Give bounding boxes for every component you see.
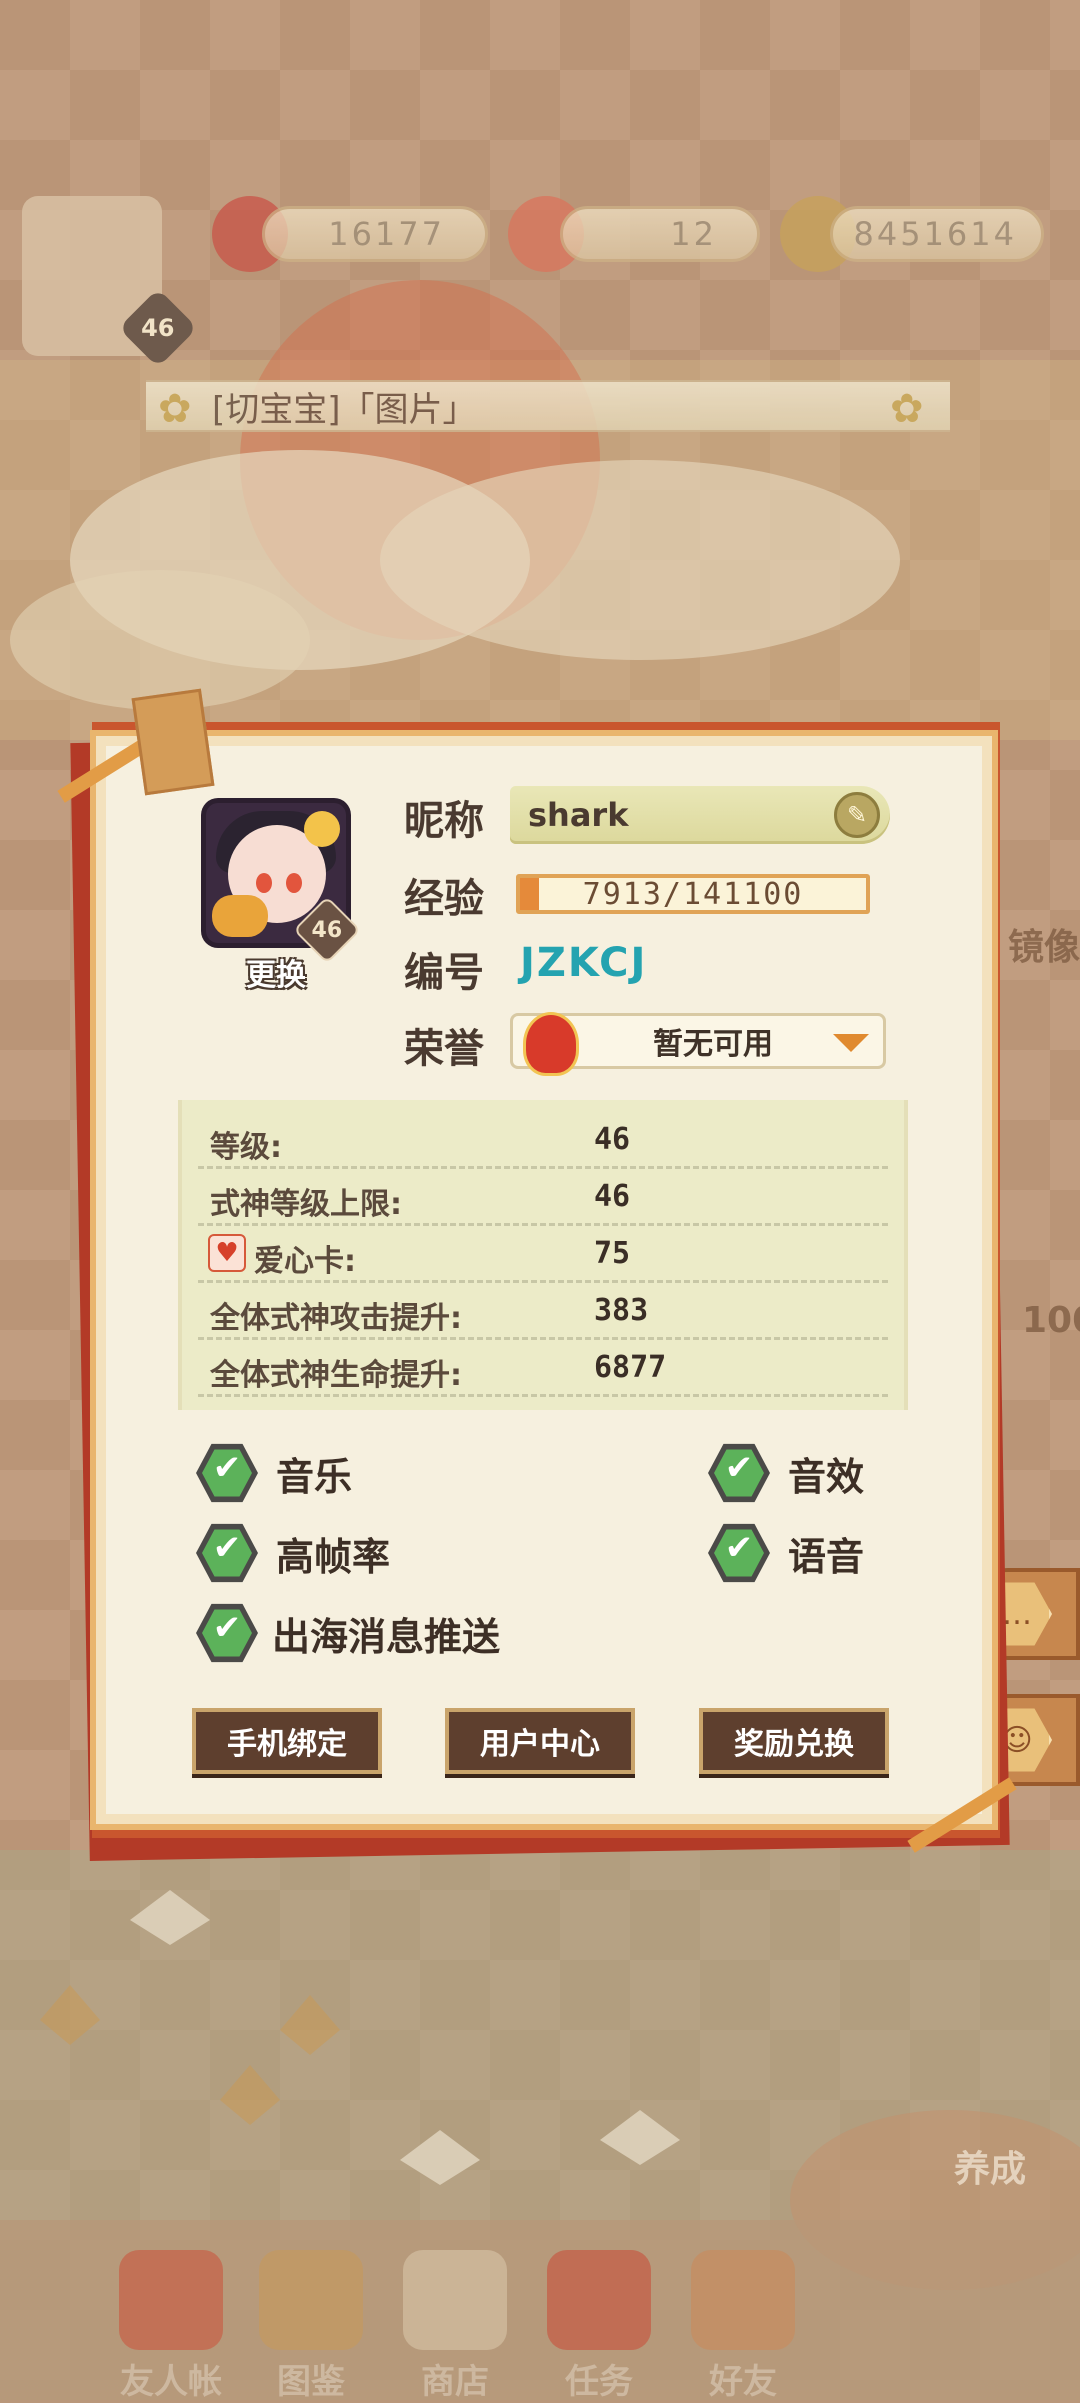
friends-icon <box>691 2250 795 2350</box>
phone-bind-button[interactable]: 手机绑定 <box>192 1708 382 1774</box>
nav-friend-book[interactable]: 友人帐 <box>106 2250 236 2402</box>
nav-friends[interactable]: 好友 <box>678 2250 808 2402</box>
coin-counter[interactable]: 8451614 <box>830 206 1044 262</box>
flower-icon: ✿ <box>890 386 924 432</box>
stamina-value: 12 <box>670 215 717 253</box>
notice-text: [切宝宝]「图片」 <box>212 389 477 430</box>
lucky-cat-icon <box>403 2250 507 2350</box>
nav-label: 好友 <box>709 2362 777 2402</box>
exp-progress-text: 7913/141100 <box>582 876 804 912</box>
high-framerate-label: 高帧率 <box>276 1535 391 1579</box>
portrait-hint-label: 镜像 <box>1008 927 1080 968</box>
edit-nickname-button[interactable]: ✎ <box>834 792 880 838</box>
chevron-down-icon <box>833 1034 869 1052</box>
book-icon <box>119 2250 223 2350</box>
heart-card-icon: ♥ <box>208 1234 246 1272</box>
nav-label: 商店 <box>421 2362 489 2402</box>
stats-panel: 等级: 46 式神等级上限: 46 ♥ 爱心卡: 75 全体式神攻击提升: 38… <box>178 1100 908 1410</box>
jade-value: 16177 <box>328 215 445 253</box>
stat-value: 46 <box>594 1179 631 1214</box>
push-notification-label: 出海消息推送 <box>272 1615 501 1659</box>
stat-value: 383 <box>594 1293 649 1328</box>
jade-counter: 16177 <box>262 206 488 262</box>
stamina-counter[interactable]: 12 <box>560 206 760 262</box>
honor-dropdown[interactable]: 暂无可用 <box>510 1012 886 1076</box>
nav-tasks[interactable]: 任务 <box>534 2250 664 2402</box>
stat-label: 等级: <box>210 1130 282 1165</box>
brush-icon: ✎ <box>846 801 868 829</box>
change-avatar-button[interactable]: 更换 <box>206 950 346 994</box>
honor-label: 荣誉 <box>404 1026 484 1072</box>
user-center-button[interactable]: 用户中心 <box>445 1708 635 1774</box>
sound-effects-label: 音效 <box>788 1455 865 1499</box>
nav-shop[interactable]: 商店 <box>390 2250 520 2402</box>
stat-row: ♥ 爱心卡: 75 <box>198 1226 888 1283</box>
avatar-eye <box>286 873 302 893</box>
stat-label: 全体式神生命提升: <box>210 1358 462 1393</box>
voice-label: 语音 <box>788 1535 865 1579</box>
stat-row: 等级: 46 <box>198 1112 888 1169</box>
nickname-label: 昵称 <box>404 798 484 844</box>
music-label: 音乐 <box>276 1455 353 1499</box>
nickname-field[interactable]: shark <box>510 786 890 844</box>
exp-progress-bar: 7913/141100 <box>516 874 870 914</box>
flower-icon: ✿ <box>158 386 192 432</box>
moon-icon <box>304 811 340 847</box>
honor-selected-value: 暂无可用 <box>653 1027 773 1062</box>
nav-encyclopedia[interactable]: 图鉴 <box>246 2250 376 2402</box>
training-label[interactable]: 养成 <box>954 2140 1026 2192</box>
avatar-flower <box>212 895 268 937</box>
stat-label: 全体式神攻击提升: <box>210 1301 462 1336</box>
player-id-value[interactable]: JZKCJ <box>520 940 647 986</box>
stat-label: 爱心卡: <box>254 1244 356 1279</box>
nav-label: 友人帐 <box>120 2362 222 2402</box>
nav-label: 任务 <box>565 2362 633 2402</box>
stat-row: 全体式神生命提升: 6877 <box>198 1340 888 1397</box>
stat-row: 式神等级上限: 46 <box>198 1169 888 1226</box>
coin-value: 8451614 <box>853 215 1017 253</box>
stat-value: 75 <box>594 1236 631 1271</box>
notice-bar[interactable]: [切宝宝]「图片」 <box>146 380 950 432</box>
stat-value: 46 <box>594 1122 631 1157</box>
stat-value: 6877 <box>594 1350 667 1385</box>
scroll-icon <box>547 2250 651 2350</box>
reward-redeem-button[interactable]: 奖励兑换 <box>699 1708 889 1774</box>
nickname-value: shark <box>528 796 629 834</box>
exp-label: 经验 <box>404 876 484 922</box>
wood-tag-decoration <box>131 688 215 796</box>
partial-number-label: 100 <box>1022 1300 1080 1341</box>
stat-row: 全体式神攻击提升: 383 <box>198 1283 888 1340</box>
eye-icon <box>259 2250 363 2350</box>
nav-label: 图鉴 <box>277 2362 345 2402</box>
avatar-eye <box>256 873 272 893</box>
stat-label: 式神等级上限: <box>210 1187 402 1222</box>
id-label: 编号 <box>404 950 484 996</box>
